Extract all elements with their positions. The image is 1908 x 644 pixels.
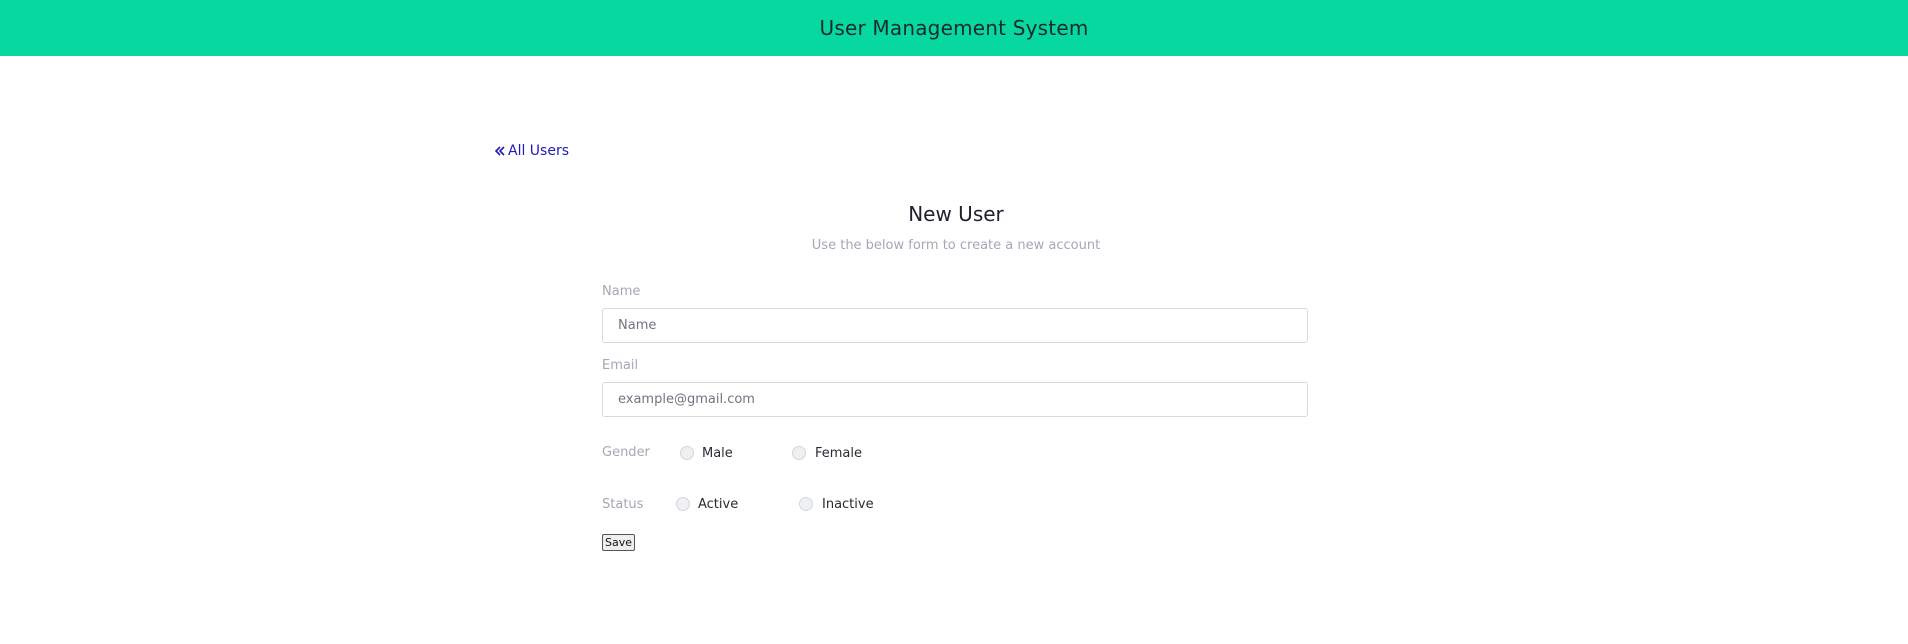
app-header: User Management System [0, 0, 1908, 56]
status-inactive-label[interactable]: Inactive [822, 497, 874, 512]
name-input[interactable] [602, 308, 1308, 343]
app-title: User Management System [819, 16, 1089, 40]
form-subtitle: Use the below form to create a new accou… [811, 238, 1101, 253]
email-label: Email [602, 358, 639, 373]
gender-female-label[interactable]: Female [815, 446, 862, 461]
status-label: Status [602, 497, 644, 512]
gender-male-label[interactable]: Male [702, 446, 733, 461]
status-active-radio[interactable] [676, 497, 690, 511]
gender-male-radio[interactable] [680, 446, 694, 460]
status-inactive-radio[interactable] [799, 497, 813, 511]
form-title: New User [908, 202, 1004, 226]
gender-female-radio[interactable] [792, 446, 806, 460]
double-chevron-left-icon [494, 146, 505, 156]
all-users-link[interactable]: All Users [494, 143, 569, 159]
gender-label: Gender [602, 445, 650, 460]
name-label: Name [602, 284, 641, 299]
all-users-label: All Users [508, 143, 570, 159]
email-input[interactable] [602, 382, 1308, 417]
save-button[interactable]: Save [602, 534, 636, 551]
status-active-label[interactable]: Active [698, 497, 738, 512]
